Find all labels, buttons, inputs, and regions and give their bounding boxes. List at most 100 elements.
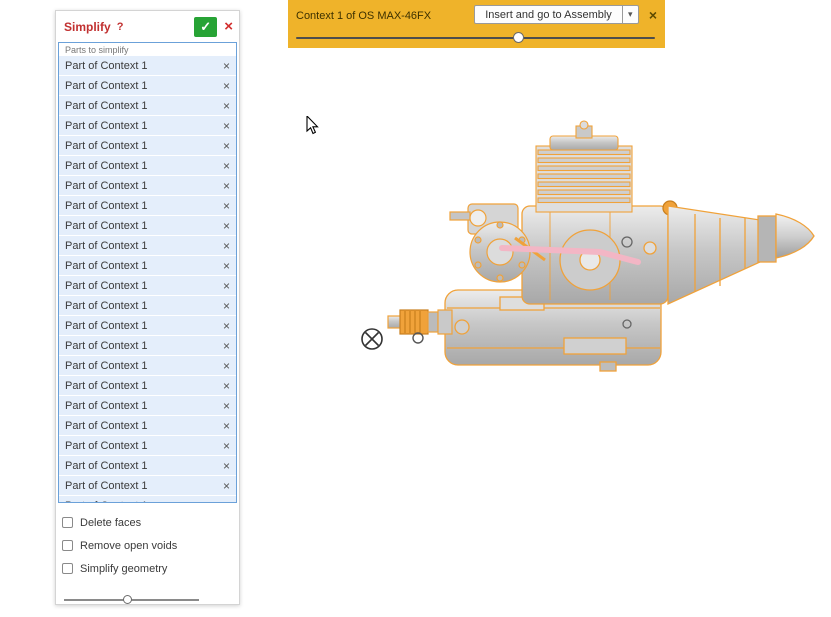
list-item[interactable]: Part of Context 1 × — [59, 376, 236, 395]
dialog-title: Simplify — [64, 20, 111, 34]
remove-item-icon[interactable]: × — [217, 119, 230, 133]
list-item[interactable]: Part of Context 1 × — [59, 276, 236, 295]
list-item-label: Part of Context 1 — [65, 140, 148, 152]
list-item-label: Part of Context 1 — [65, 120, 148, 132]
list-item-label: Part of Context 1 — [65, 160, 148, 172]
list-item-label: Part of Context 1 — [65, 440, 148, 452]
remove-item-icon[interactable]: × — [217, 299, 230, 313]
list-item[interactable]: Part of Context 1 × — [59, 56, 236, 75]
list-item-label: Part of Context 1 — [65, 420, 148, 432]
cylinder-head-part[interactable] — [536, 121, 632, 212]
remove-item-icon[interactable]: × — [217, 439, 230, 453]
remove-item-icon[interactable]: × — [217, 379, 230, 393]
remove-item-icon[interactable]: × — [217, 59, 230, 73]
parts-list-rows: Part of Context 1 × Part of Context 1 × … — [59, 56, 236, 503]
list-item[interactable]: Part of Context 1 × — [59, 416, 236, 435]
remove-item-icon[interactable]: × — [217, 479, 230, 493]
remove-item-icon[interactable]: × — [217, 79, 230, 93]
remove-item-icon[interactable]: × — [217, 259, 230, 273]
remove-item-icon[interactable]: × — [217, 139, 230, 153]
spinner-cone-part[interactable] — [776, 214, 814, 258]
options: Delete faces Remove open voids Simplify … — [56, 503, 239, 580]
list-item[interactable]: Part of Context 1 × — [59, 136, 236, 155]
mouse-cursor — [306, 116, 320, 136]
list-item[interactable]: Part of Context 1 × — [59, 176, 236, 195]
list-item[interactable]: Part of Context 1 × — [59, 156, 236, 175]
checkbox[interactable] — [62, 540, 73, 551]
list-item[interactable]: Part of Context 1 × — [59, 436, 236, 455]
list-item-label: Part of Context 1 — [65, 320, 148, 332]
remove-item-icon[interactable]: × — [217, 199, 230, 213]
remove-item-icon[interactable]: × — [217, 99, 230, 113]
list-item-label: Part of Context 1 — [65, 260, 148, 272]
list-item[interactable]: Part of Context 1 × — [59, 196, 236, 215]
mate-connector-icons[interactable] — [360, 326, 430, 354]
checkbox[interactable] — [62, 517, 73, 528]
remove-item-icon[interactable]: × — [217, 159, 230, 173]
list-item[interactable]: Part of Context 1 × — [59, 296, 236, 315]
checkbox-label: Simplify geometry — [80, 563, 167, 575]
context-bar-label: Context 1 of OS MAX-46FX — [296, 8, 474, 22]
insert-and-go-to-assembly-button[interactable]: Insert and go to Assembly — [474, 5, 623, 24]
confirm-button[interactable]: ✓ — [194, 17, 217, 37]
list-item[interactable]: Part of Context 1 × — [59, 396, 236, 415]
list-item[interactable]: Part of Context 1 × — [59, 76, 236, 95]
list-item[interactable]: Part of Context 1 × — [59, 456, 236, 475]
list-item-label: Part of Context 1 — [65, 60, 148, 72]
remove-item-icon[interactable]: × — [217, 319, 230, 333]
list-item[interactable]: Part of Context 1 × — [59, 496, 236, 503]
drive-housing-part[interactable] — [668, 206, 776, 304]
checkbox-row[interactable]: Simplify geometry — [62, 557, 233, 580]
list-item-label: Part of Context 1 — [65, 480, 148, 492]
list-item-label: Part of Context 1 — [65, 200, 148, 212]
slider-track — [296, 37, 655, 39]
remove-item-icon[interactable]: × — [217, 359, 230, 373]
list-item-label: Part of Context 1 — [65, 380, 148, 392]
help-icon[interactable]: ? — [117, 21, 195, 33]
origin-cross-icon[interactable] — [362, 329, 382, 349]
checkbox[interactable] — [62, 563, 73, 574]
simplify-amount-slider[interactable] — [56, 588, 239, 612]
checkbox-row[interactable]: Remove open voids — [62, 534, 233, 557]
list-item[interactable]: Part of Context 1 × — [59, 356, 236, 375]
slider-handle[interactable] — [123, 595, 132, 604]
list-item-label: Part of Context 1 — [65, 300, 148, 312]
check-icon: ✓ — [200, 19, 211, 34]
insert-dropdown-button[interactable]: ▾ — [623, 5, 639, 24]
list-item-label: Part of Context 1 — [65, 180, 148, 192]
remove-item-icon[interactable]: × — [217, 239, 230, 253]
list-item[interactable]: Part of Context 1 × — [59, 236, 236, 255]
slider-handle[interactable] — [513, 32, 524, 43]
parts-list: Parts to simplify Part of Context 1 × Pa… — [58, 42, 237, 503]
remove-item-icon[interactable]: × — [217, 459, 230, 473]
context-rollback-slider[interactable] — [296, 28, 657, 50]
list-item-label: Part of Context 1 — [65, 460, 148, 472]
vertex-point-icon[interactable] — [413, 333, 423, 343]
remove-item-icon[interactable]: × — [217, 399, 230, 413]
list-item[interactable]: Part of Context 1 × — [59, 476, 236, 495]
list-item[interactable]: Part of Context 1 × — [59, 316, 236, 335]
chevron-down-icon: ▾ — [628, 9, 633, 19]
remove-item-icon[interactable]: × — [217, 279, 230, 293]
list-item-label: Part of Context 1 — [65, 220, 148, 232]
remove-item-icon[interactable]: × — [217, 179, 230, 193]
list-item[interactable]: Part of Context 1 × — [59, 256, 236, 275]
checkbox-row[interactable]: Delete faces — [62, 511, 233, 534]
list-item[interactable]: Part of Context 1 × — [59, 96, 236, 115]
remove-item-icon[interactable]: × — [217, 219, 230, 233]
list-item[interactable]: Part of Context 1 × — [59, 216, 236, 235]
parts-list-label: Parts to simplify — [59, 43, 236, 56]
list-item-label: Part of Context 1 — [65, 280, 148, 292]
simplify-dialog: Simplify ? ✓ × Parts to simplify Part of… — [55, 10, 240, 605]
checkbox-label: Remove open voids — [80, 540, 177, 552]
list-item[interactable]: Part of Context 1 × — [59, 116, 236, 135]
remove-item-icon[interactable]: × — [217, 339, 230, 353]
context-bar-close-icon[interactable]: × — [649, 8, 657, 22]
dialog-header: Simplify ? ✓ × — [56, 11, 239, 42]
checkbox-label: Delete faces — [80, 517, 141, 529]
remove-item-icon[interactable]: × — [217, 419, 230, 433]
list-item[interactable]: Part of Context 1 × — [59, 336, 236, 355]
list-item-label: Part of Context 1 — [65, 360, 148, 372]
list-item-label: Part of Context 1 — [65, 240, 148, 252]
dialog-close-icon[interactable]: × — [224, 19, 233, 34]
